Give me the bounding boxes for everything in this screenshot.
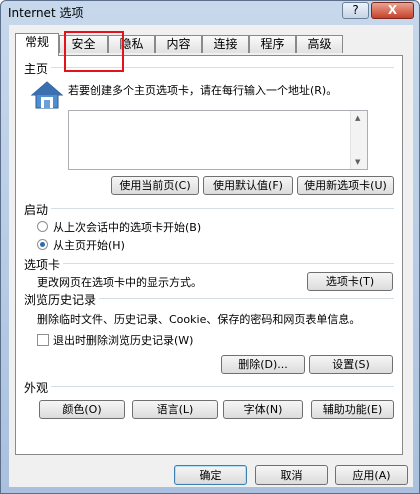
startup-home-page-label[interactable]: 从主页开始(H) — [53, 237, 125, 253]
tab-privacy[interactable]: 隐私 — [108, 35, 155, 53]
startup-home-page-radio[interactable] — [37, 239, 48, 250]
tabs-description: 更改网页在选项卡中的显示方式。 — [37, 276, 202, 289]
homepage-textarea-scrollbar[interactable]: ▲ ▼ — [350, 111, 367, 169]
startup-last-session-label[interactable]: 从上次会话中的选项卡开始(B) — [53, 219, 201, 235]
colors-button[interactable]: 颜色(O) — [39, 400, 125, 419]
accessibility-button[interactable]: 辅助功能(E) — [311, 400, 394, 419]
general-tab-panel: 主页 若要创建多个主页选项卡，请在每行输入一个地址(R)。 ▲ ▼ 使用当前页(… — [15, 55, 403, 455]
delete-history-button[interactable]: 删除(D)... — [221, 355, 305, 374]
startup-last-session-radio[interactable] — [37, 221, 48, 232]
scroll-up-arrow-icon[interactable]: ▲ — [355, 114, 360, 122]
tab-advanced[interactable]: 高级 — [296, 35, 343, 53]
use-new-tab-button[interactable]: 使用新选项卡(U) — [297, 176, 394, 195]
homepage-group-line — [24, 67, 394, 68]
languages-button[interactable]: 语言(L) — [132, 400, 218, 419]
internet-options-window: Internet 选项 ? X 常规 安全 隐私 内容 连接 程序 高级 主页 — [0, 0, 420, 494]
appearance-group-label: 外观 — [24, 379, 52, 396]
scroll-down-arrow-icon[interactable]: ▼ — [355, 158, 360, 166]
use-default-button[interactable]: 使用默认值(F) — [203, 176, 293, 195]
tabs-group-line — [24, 263, 394, 264]
tab-content[interactable]: 内容 — [155, 35, 202, 53]
house-icon — [30, 81, 64, 109]
tabs-group-label: 选项卡 — [24, 256, 64, 273]
tab-general[interactable]: 常规 — [15, 33, 59, 56]
homepage-group-label: 主页 — [24, 60, 52, 77]
delete-history-on-exit-label[interactable]: 退出时删除浏览历史记录(W) — [53, 332, 193, 348]
startup-group-line — [24, 208, 394, 209]
startup-group-label: 启动 — [24, 201, 52, 218]
tab-connections[interactable]: 连接 — [202, 35, 249, 53]
history-description: 删除临时文件、历史记录、Cookie、保存的密码和网页表单信息。 — [37, 313, 361, 326]
apply-button[interactable]: 应用(A) — [335, 465, 408, 485]
use-current-button[interactable]: 使用当前页(C) — [111, 176, 199, 195]
ok-button[interactable]: 确定 — [174, 465, 247, 485]
tabs-settings-button[interactable]: 选项卡(T) — [307, 272, 393, 291]
help-button[interactable]: ? — [342, 2, 369, 19]
window-title: Internet 选项 — [8, 6, 84, 20]
history-settings-button[interactable]: 设置(S) — [309, 355, 393, 374]
tab-security[interactable]: 安全 — [59, 35, 108, 53]
homepage-address-textarea[interactable]: ▲ ▼ — [68, 110, 368, 170]
homepage-description: 若要创建多个主页选项卡，请在每行输入一个地址(R)。 — [68, 84, 338, 97]
close-button[interactable]: X — [371, 2, 414, 19]
title-bar[interactable]: Internet 选项 ? X — [1, 1, 419, 23]
appearance-group-line — [24, 386, 394, 387]
dialog-client-area: 常规 安全 隐私 内容 连接 程序 高级 主页 若要创建多个主页选项卡，请在每行… — [9, 25, 413, 487]
delete-history-on-exit-checkbox[interactable] — [37, 334, 49, 346]
fonts-button[interactable]: 字体(N) — [223, 400, 303, 419]
tab-programs[interactable]: 程序 — [249, 35, 296, 53]
history-group-label: 浏览历史记录 — [24, 291, 100, 308]
cancel-button[interactable]: 取消 — [255, 465, 328, 485]
